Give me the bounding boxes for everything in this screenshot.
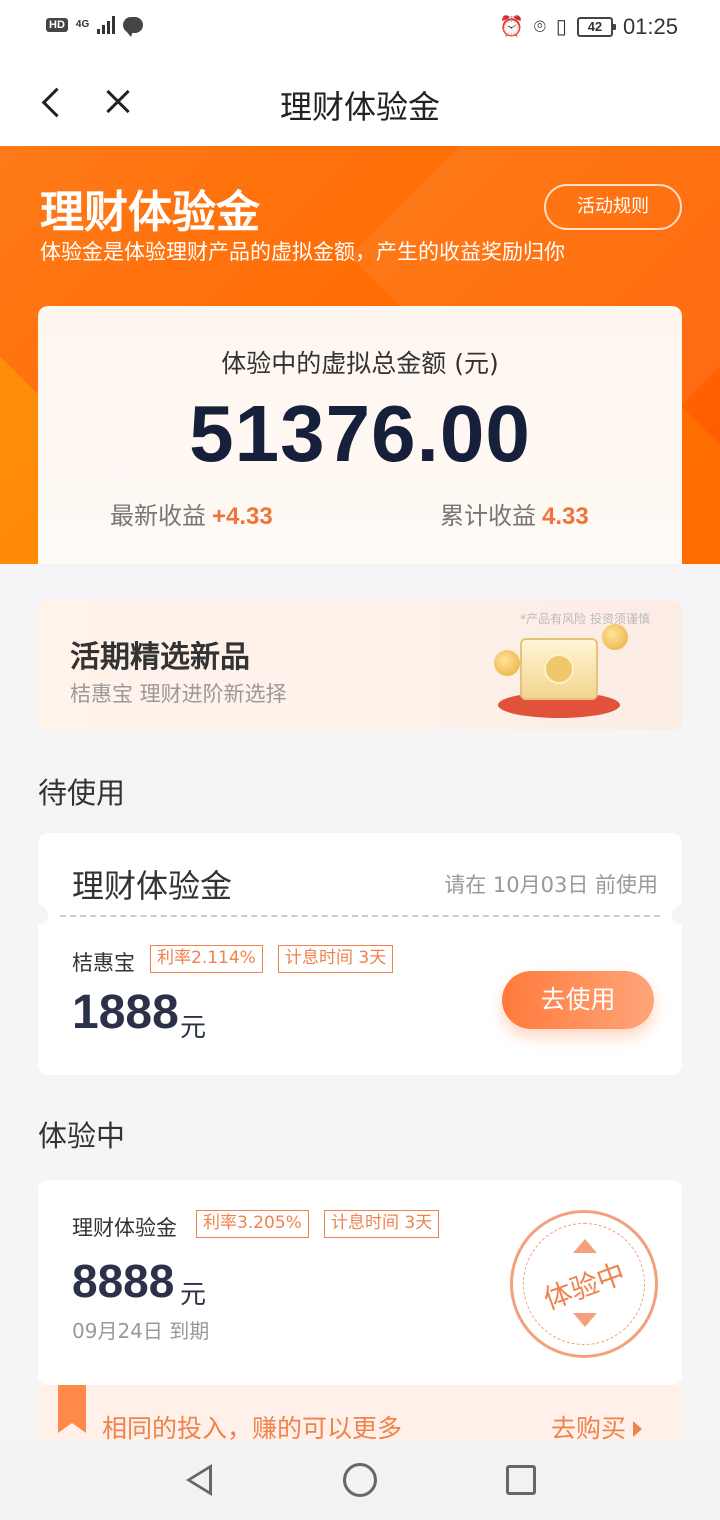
system-navigation-bar [0, 1440, 720, 1520]
product-banner[interactable]: 活期精选新品 桔惠宝 理财进阶新选择 *产品有风险 投资须谨慎 [38, 600, 682, 730]
alarm-icon: ⏰ [499, 16, 524, 38]
status-bar: HD 4G ⏰ ⌾ ▯ 42 01:25 [0, 0, 720, 58]
recent-apps-icon[interactable] [506, 1465, 536, 1495]
banner-title: 活期精选新品 [70, 640, 250, 675]
active-heading: 体验中 [38, 1119, 126, 1153]
voucher-amount-unit: 元 [180, 1013, 207, 1043]
cumulative-earnings: 累计收益 4.33 [440, 496, 589, 531]
active-voucher-card[interactable]: 理财体验金 利率3.205% 计息时间 3天 8888 元 09月24日 到期 … [38, 1180, 682, 1385]
cumulative-earnings-label: 累计收益 [440, 502, 536, 530]
promo-strip[interactable]: 相同的投入，赚的可以更多 去购买 [38, 1385, 682, 1441]
message-icon [123, 17, 144, 37]
banner-subtitle: 桔惠宝 理财进阶新选择 [70, 682, 287, 706]
cumulative-earnings-value: 4.33 [542, 503, 589, 530]
ticket-notch [28, 905, 48, 925]
active-amount-unit: 元 [180, 1280, 207, 1310]
rate-tag: 利率3.205% [196, 1210, 309, 1238]
use-button[interactable]: 去使用 [502, 971, 654, 1029]
location-icon: ⌾ [533, 16, 546, 38]
status-right: ⏰ ⌾ ▯ 42 01:25 [499, 14, 678, 40]
latest-earnings: 最新收益 +4.33 [110, 496, 273, 531]
interest-days-tag: 计息时间 3天 [278, 945, 394, 973]
battery-icon: 42 [576, 17, 616, 37]
ticket-notch [672, 905, 692, 925]
in-progress-stamp: 体验中 [510, 1210, 658, 1358]
interest-days-tag: 计息时间 3天 [324, 1210, 440, 1238]
expire-date: 09月24日 到期 [72, 1319, 210, 1343]
signal-icon [97, 16, 116, 34]
active-amount: 8888 [72, 1255, 175, 1307]
latest-earnings-value: +4.33 [212, 503, 273, 530]
voucher-deadline: 请在 10月03日 前使用 [444, 873, 658, 897]
back-triangle-icon[interactable] [186, 1464, 212, 1496]
buy-link[interactable]: 去购买 [551, 1409, 626, 1441]
treasure-chest-icon [494, 620, 628, 720]
hero-section: 理财体验金 体验金是体验理财产品的虚拟金额，产生的收益奖励归你 活动规则 体验中… [0, 146, 720, 564]
latest-earnings-label: 最新收益 [110, 502, 206, 530]
page-title: 理财体验金 [279, 88, 440, 126]
voucher-title: 理财体验金 [72, 867, 233, 905]
vibrate-icon: ▯ [555, 16, 567, 38]
total-amount-value: 51376.00 [189, 389, 531, 478]
network-type: 4G [75, 19, 90, 30]
pending-heading: 待使用 [38, 776, 126, 810]
divider [60, 915, 660, 917]
home-circle-icon[interactable] [343, 1463, 377, 1497]
summary-card: 体验中的虚拟总金额 (元) 51376.00 最新收益 +4.33 累计收益 4.3… [38, 306, 682, 564]
voucher-amount: 1888 [72, 986, 179, 1039]
rules-button[interactable]: 活动规则 [544, 184, 682, 230]
pending-voucher-card: 理财体验金 请在 10月03日 前使用 桔惠宝 利率2.114% 计息时间 3天… [28, 833, 692, 1075]
total-amount-label: 体验中的虚拟总金额 (元) [221, 349, 499, 378]
rate-tag: 利率2.114% [150, 945, 263, 973]
hero-title: 理财体验金 [40, 187, 260, 238]
clock: 01:25 [622, 14, 678, 39]
hero-subtitle: 体验金是体验理财产品的虚拟金额，产生的收益奖励归你 [40, 240, 565, 264]
nav-bar: 理财体验金 [0, 58, 720, 146]
promo-text: 相同的投入，赚的可以更多 [102, 1414, 403, 1441]
bookmark-icon [58, 1385, 86, 1433]
arrow-right-icon [633, 1421, 642, 1437]
status-left: HD 4G [46, 16, 144, 37]
voucher-product: 桔惠宝 [72, 951, 135, 975]
active-product: 理财体验金 [72, 1216, 177, 1240]
hd-icon: HD [46, 18, 68, 32]
